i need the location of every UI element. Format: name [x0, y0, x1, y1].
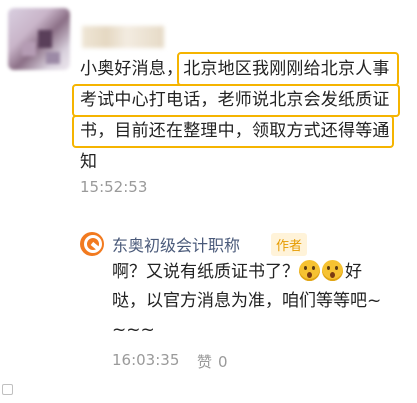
like-button[interactable]: 赞0 — [197, 351, 234, 372]
comment-line: 知 — [80, 152, 98, 172]
reply-timestamp: 16:03:35 — [112, 351, 180, 369]
commenter-name-redacted — [82, 26, 164, 48]
reply-line: 啊？又说有纸质证书了？ — [112, 262, 299, 282]
reply-line: 哒，以官方消息为准，咱们等等吧~ — [112, 291, 382, 311]
comment-text: 小奥好消息，北京地区我刚刚给北京人事 考试中心打电话，老师说北京会发纸质证 书，目前… — [80, 54, 410, 178]
comment-line: 小奥好消息，北京地区我刚刚给北京人事 — [80, 59, 390, 79]
watermark — [2, 384, 15, 397]
author-badge: 作者 — [271, 233, 308, 256]
comment-timestamp: 15:52:53 — [80, 178, 148, 196]
commenter-avatar[interactable] — [8, 8, 70, 70]
reply-line: 好 — [345, 262, 362, 282]
watermark-logo-icon — [2, 384, 13, 395]
like-label: 赞 — [197, 353, 213, 371]
like-count: 0 — [218, 353, 228, 371]
avatar-blur-block — [38, 30, 52, 48]
avatar-blur-block — [46, 52, 60, 64]
comment-line: 书，目前还在整理中，领取方式还得等通 — [80, 121, 390, 141]
reply-text: 啊？又说有纸质证书了？ 好哒，以官方消息为准，咱们等等吧~ ~~~ — [112, 258, 407, 345]
flushed-face-icon — [322, 260, 343, 281]
flushed-face-icon — [299, 260, 320, 281]
avatar-blur-block — [22, 42, 36, 56]
reply-line: ~~~ — [112, 320, 155, 340]
reply-author-name[interactable]: 东奥初级会计职称 — [112, 232, 240, 256]
comment-line: 考试中心打电话，老师说北京会发纸质证 — [80, 90, 390, 110]
reply-author-avatar[interactable] — [80, 232, 104, 256]
